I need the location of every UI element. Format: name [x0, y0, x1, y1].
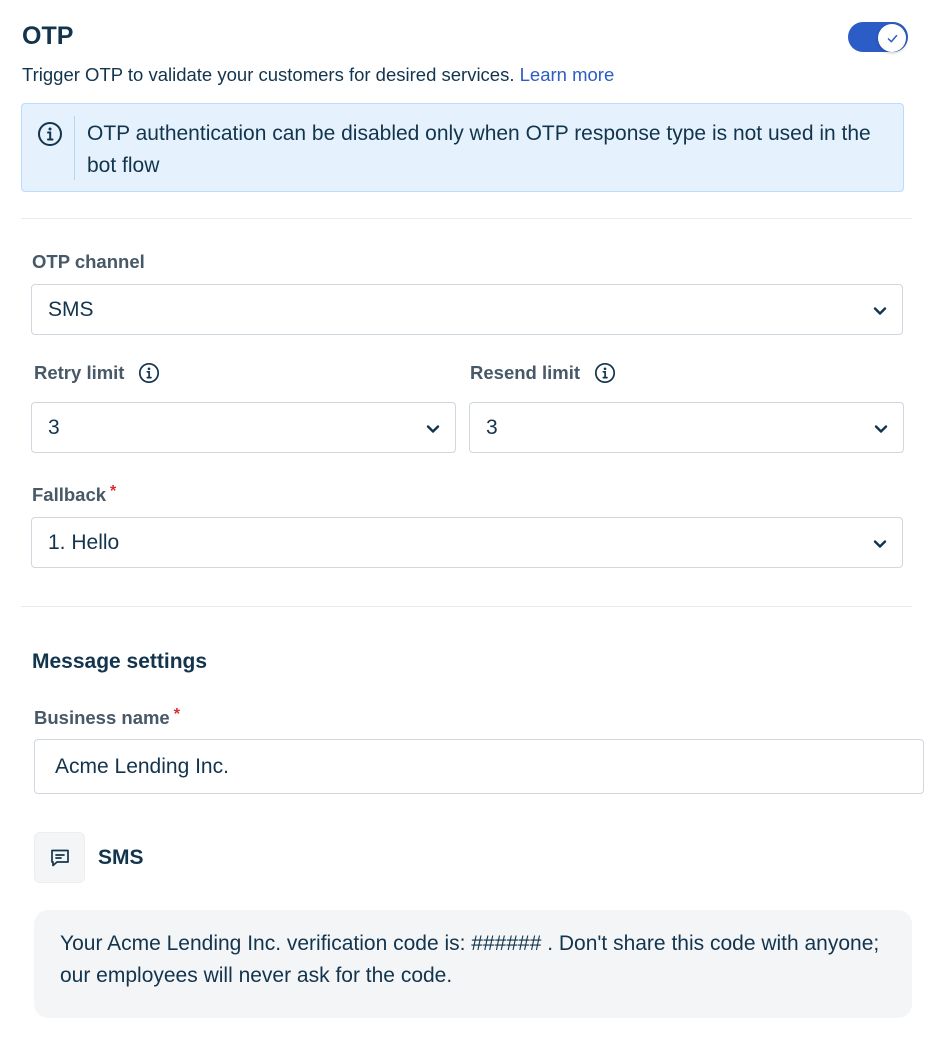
fallback-label: Fallback *: [32, 483, 117, 506]
info-icon: [38, 122, 62, 146]
otp-channel-label-text: OTP channel: [32, 251, 145, 272]
sms-message-preview: Your Acme Lending Inc. verification code…: [34, 910, 912, 1018]
chevron-down-icon: [874, 425, 888, 433]
page-title: OTP: [22, 22, 74, 50]
check-icon: [887, 34, 897, 42]
retry-limit-label-text: Retry limit: [34, 362, 125, 383]
fallback-label-text: Fallback: [32, 484, 107, 505]
divider: [21, 218, 912, 219]
info-banner: OTP authentication can be disabled only …: [21, 103, 904, 192]
fallback-value: 1. Hello: [48, 531, 120, 554]
otp-channel-select[interactable]: SMS: [31, 284, 903, 335]
retry-limit-label: Retry limit: [34, 362, 160, 384]
required-marker: *: [110, 483, 117, 500]
sms-label: SMS: [98, 846, 144, 869]
business-name-input[interactable]: Acme Lending Inc.: [34, 739, 924, 794]
info-icon[interactable]: [594, 362, 616, 384]
business-name-label: Business name *: [34, 706, 180, 729]
otp-channel-value: SMS: [48, 298, 94, 321]
divider: [21, 606, 912, 607]
resend-limit-select[interactable]: 3: [469, 402, 904, 453]
chevron-down-icon: [873, 307, 887, 315]
retry-limit-select[interactable]: 3: [31, 402, 456, 453]
learn-more-link[interactable]: Learn more: [520, 64, 615, 85]
info-icon[interactable]: [138, 362, 160, 384]
business-name-value: Acme Lending Inc.: [55, 755, 229, 778]
otp-channel-label: OTP channel: [32, 251, 145, 273]
resend-limit-value: 3: [486, 416, 498, 439]
resend-limit-label-text: Resend limit: [470, 362, 580, 383]
resend-limit-label: Resend limit: [470, 362, 616, 384]
sms-message-text: Your Acme Lending Inc. verification code…: [60, 932, 880, 987]
sms-icon-container: [34, 832, 85, 883]
description-text: Trigger OTP to validate your customers f…: [22, 64, 515, 85]
chevron-down-icon: [426, 425, 440, 433]
banner-separator: [74, 116, 75, 180]
fallback-select[interactable]: 1. Hello: [31, 517, 903, 568]
required-marker: *: [173, 706, 180, 723]
chevron-down-icon: [873, 540, 887, 548]
business-name-label-text: Business name: [34, 707, 170, 728]
message-icon: [50, 849, 69, 866]
message-settings-title: Message settings: [32, 650, 208, 673]
toggle-knob: [878, 24, 906, 52]
otp-description: Trigger OTP to validate your customers f…: [22, 64, 614, 86]
banner-text: OTP authentication can be disabled only …: [87, 122, 871, 177]
retry-limit-value: 3: [48, 416, 60, 439]
otp-toggle[interactable]: [848, 22, 908, 52]
